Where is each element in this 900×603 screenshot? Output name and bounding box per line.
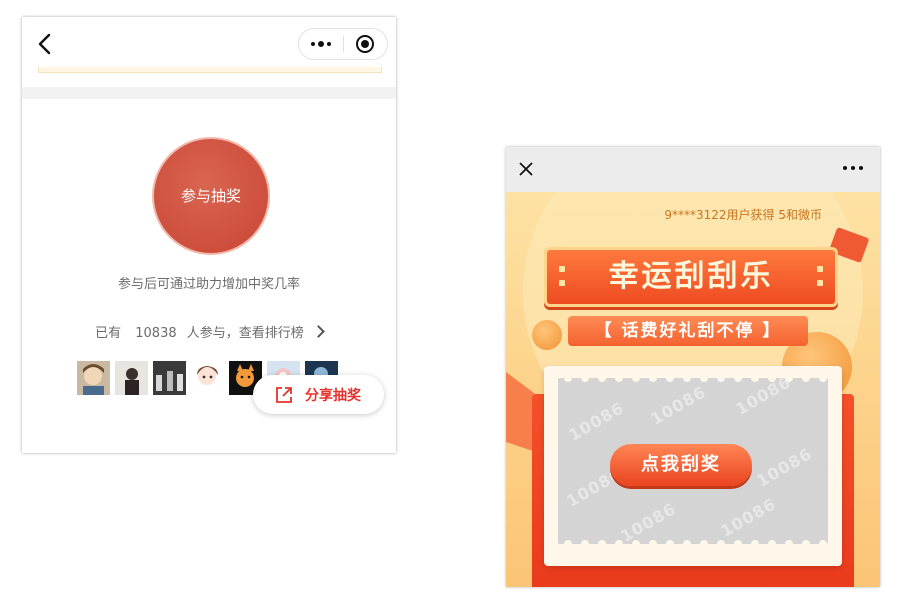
back-chevron-icon[interactable]	[36, 33, 54, 55]
page-title: 幸运刮刮乐	[608, 259, 774, 294]
share-label: 分享抽奖	[305, 388, 361, 404]
watermark: 10086	[753, 444, 816, 491]
participants-prefix: 已有	[95, 326, 122, 341]
avatar[interactable]	[115, 361, 148, 395]
chevron-right-icon	[312, 325, 325, 338]
close-icon[interactable]	[518, 161, 534, 177]
share-external-icon	[276, 387, 292, 403]
avatar[interactable]	[77, 361, 110, 395]
capsule-divider	[343, 36, 344, 52]
target-circle-icon[interactable]	[355, 34, 375, 54]
coin-decor	[532, 320, 562, 350]
more-dots-icon[interactable]	[842, 161, 864, 175]
participants-count: 10838	[135, 326, 177, 341]
participants-link[interactable]: 已有 10838 人参与，查看排行榜	[22, 322, 396, 341]
mini-program-capsule	[298, 28, 388, 60]
notice-strip	[38, 67, 382, 73]
section-divider	[22, 87, 396, 99]
share-lottery-button[interactable]: 分享抽奖	[253, 375, 384, 414]
subtitle-banner: 【 话费好礼刮不停 】	[568, 316, 808, 346]
title-banner: 幸运刮刮乐	[544, 247, 838, 307]
join-lottery-button[interactable]: 参与抽奖	[152, 137, 270, 255]
top-bar	[506, 147, 880, 192]
participants-suffix: 人参与，查看排行榜	[186, 326, 304, 341]
watermark: 10086	[717, 494, 780, 541]
scratch-now-button[interactable]: 点我刮奖	[610, 444, 752, 486]
scratch-card-page: 9****3122用户获得 5和微币 幸运刮刮乐 【 话费好礼刮不停 】 100…	[506, 147, 880, 587]
hint-text: 参与后可通过助力增加中奖几率	[117, 277, 300, 292]
avatar[interactable]	[153, 361, 186, 395]
watermark: 10086	[647, 382, 710, 429]
scratch-edge-bottom	[564, 540, 827, 544]
watermark: 10086	[565, 398, 628, 445]
avatar[interactable]	[191, 361, 224, 395]
winner-ticker: 9****3122用户获得 5和微币	[664, 208, 822, 222]
lottery-page: 参与抽奖 参与后可通过助力增加中奖几率 已有 10838 人参与，查看排行榜 分…	[22, 17, 396, 453]
more-dots-icon[interactable]	[309, 35, 333, 53]
scratch-card-body: 9****3122用户获得 5和微币 幸运刮刮乐 【 话费好礼刮不停 】 100…	[506, 192, 880, 587]
nav-bar	[22, 17, 396, 67]
